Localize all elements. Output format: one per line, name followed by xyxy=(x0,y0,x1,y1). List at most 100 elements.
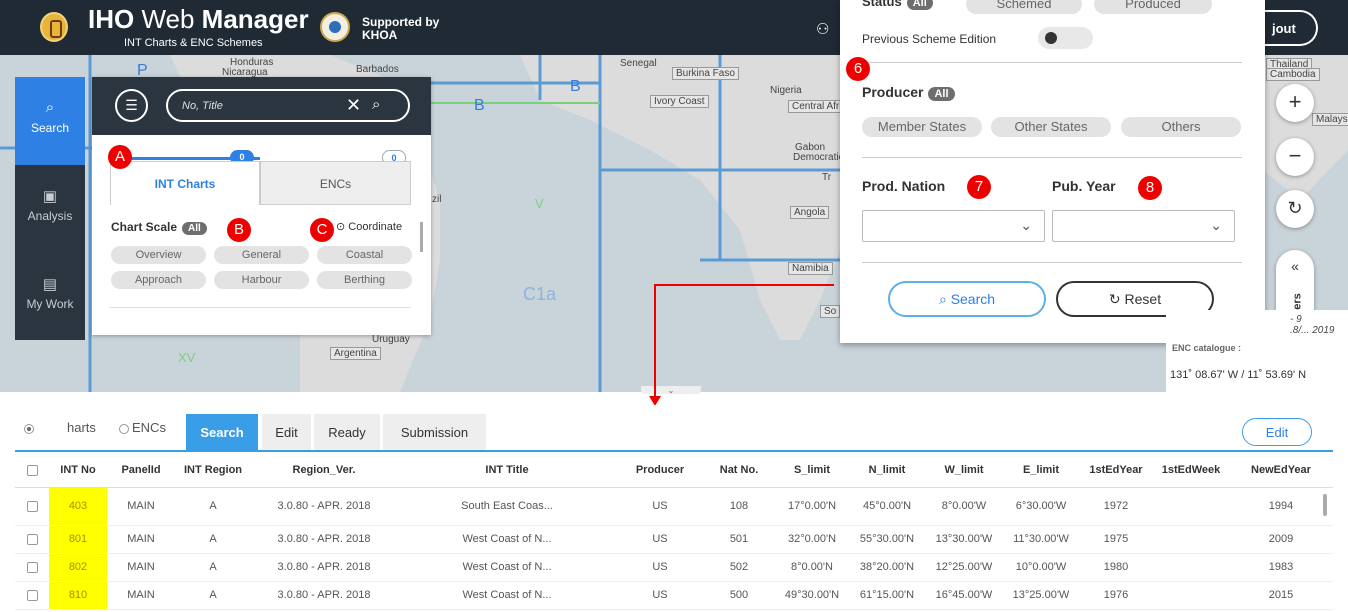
search-input[interactable] xyxy=(182,98,342,114)
clear-icon[interactable]: ✕ xyxy=(346,95,361,116)
tab-search[interactable]: Search xyxy=(186,414,258,450)
status-chip-produced[interactable]: Produced xyxy=(1094,0,1212,14)
producer-chip-member[interactable]: Member States xyxy=(862,117,982,137)
table-cell: 802 xyxy=(49,553,107,582)
col-header[interactable]: INT No xyxy=(49,454,107,488)
col-header[interactable]: W_limit xyxy=(925,454,1003,488)
search-button[interactable]: ⌕ Search xyxy=(888,281,1046,317)
table-cell: 32°0.00'N xyxy=(775,525,849,554)
table-cell: 1976 xyxy=(1079,581,1153,610)
scale-chip-overview[interactable]: Overview xyxy=(111,246,206,264)
table-header-row: INT No PanelId INT Region Region_Ver. IN… xyxy=(15,454,1333,488)
table-cell: 2015 xyxy=(1229,581,1333,610)
chart-scale-all-pill[interactable]: All xyxy=(182,222,207,235)
search-panel-scrollbar[interactable] xyxy=(420,222,423,252)
select-all-cell xyxy=(15,454,49,488)
filter-panel: Status All Schemed Produced Previous Sche… xyxy=(840,0,1265,343)
col-header[interactable]: NewEdYear xyxy=(1229,454,1333,488)
collapse-map-handle[interactable]: ⌄ xyxy=(641,386,701,395)
table-cell: West Coast of N... xyxy=(397,525,617,554)
table-cell: 3.0.80 - APR. 2018 xyxy=(251,487,397,526)
tab-encs[interactable]: ENCs xyxy=(260,161,411,205)
scale-chip-harbour[interactable]: Harbour xyxy=(214,271,309,289)
search-field: ✕ ⌕ xyxy=(166,89,410,122)
zoom-in-button[interactable]: + xyxy=(1276,84,1314,122)
scale-chip-approach[interactable]: Approach xyxy=(111,271,206,289)
table-cell: 3.0.80 - APR. 2018 xyxy=(251,553,397,582)
prod-nation-select[interactable]: ⌄ xyxy=(862,210,1045,242)
table-cell: 801 xyxy=(49,525,107,554)
col-header[interactable]: 1stEdYear xyxy=(1079,454,1153,488)
table-cell xyxy=(1153,553,1229,582)
filter-divider-3 xyxy=(862,262,1242,263)
prev-scheme-label: Previous Scheme Edition xyxy=(862,32,997,46)
user-network-icon[interactable]: ⚇ xyxy=(816,20,829,38)
coordinate-link[interactable]: ⊙ Coordinate xyxy=(336,220,402,233)
tab-submission[interactable]: Submission xyxy=(383,414,486,450)
tab-ready[interactable]: Ready xyxy=(314,414,380,450)
table-cell: 13°30.00'W xyxy=(925,525,1003,554)
col-header[interactable]: INT Region xyxy=(175,454,251,488)
tab-edit[interactable]: Edit xyxy=(262,414,311,450)
table-row[interactable]: 403 MAIN A 3.0.80 - APR. 2018 South East Coa… xyxy=(15,487,1333,526)
col-header[interactable]: Producer xyxy=(617,454,703,488)
col-header[interactable]: PanelId xyxy=(107,454,175,488)
tab-int-charts[interactable]: INT Charts xyxy=(110,161,260,205)
table-cell: 16°45.00'W xyxy=(925,581,1003,610)
col-header[interactable]: Region_Ver. xyxy=(251,454,397,488)
col-header[interactable]: N_limit xyxy=(849,454,925,488)
search-submit-icon[interactable]: ⌕ xyxy=(372,96,380,113)
location-pin-icon: ⊙ xyxy=(336,221,346,233)
table-cell: A xyxy=(175,581,251,610)
marker-8: 8 xyxy=(1138,176,1162,200)
pub-year-select[interactable]: ⌄ xyxy=(1052,210,1235,242)
prod-nation-label: Prod. Nation xyxy=(862,178,946,194)
zoom-out-button[interactable]: − xyxy=(1276,138,1314,176)
producer-chip-others[interactable]: Others xyxy=(1121,117,1241,137)
row-checkbox[interactable] xyxy=(26,500,38,512)
col-header[interactable]: E_limit xyxy=(1003,454,1079,488)
nav-item-mywork[interactable]: ▤ My Work xyxy=(15,253,85,341)
table-cell: 17°0.00'N xyxy=(775,487,849,526)
map-zone-b1: B xyxy=(474,97,485,114)
logout-button[interactable]: jout xyxy=(1262,10,1318,46)
map-label-nigeria: Nigeria xyxy=(770,85,802,96)
table-cell: 13°25.00'W xyxy=(1003,581,1079,610)
list-menu-button[interactable]: ☰ xyxy=(115,89,148,122)
briefcase-icon: ▤ xyxy=(42,276,58,293)
nav-item-search[interactable]: ⌕ Search xyxy=(15,77,85,165)
col-header[interactable]: INT Title xyxy=(397,454,617,488)
edit-button[interactable]: Edit xyxy=(1242,418,1312,446)
list-icon: ☰ xyxy=(125,97,138,113)
chart-scale-text: Chart Scale xyxy=(111,220,178,234)
nav-item-analysis-label: Analysis xyxy=(27,209,73,223)
col-header[interactable]: 1stEdWeek xyxy=(1153,454,1229,488)
results-table: INT No PanelId INT Region Region_Ver. IN… xyxy=(15,454,1333,610)
producer-all-pill[interactable]: All xyxy=(928,87,955,101)
table-row[interactable]: 802 MAIN A 3.0.80 - APR. 2018 West Coast of … xyxy=(15,553,1333,582)
select-all-checkbox[interactable] xyxy=(26,464,38,476)
radio-encs[interactable] xyxy=(119,424,129,434)
scale-chip-general[interactable]: General xyxy=(214,246,309,264)
table-cell: 1980 xyxy=(1079,553,1153,582)
nav-item-analysis[interactable]: ▣ Analysis xyxy=(15,165,85,253)
status-all-pill[interactable]: All xyxy=(906,0,933,10)
col-header[interactable]: Nat No. xyxy=(703,454,775,488)
scale-chip-berthing[interactable]: Berthing xyxy=(317,271,412,289)
table-row[interactable]: 810 MAIN A 3.0.80 - APR. 2018 West Coast of … xyxy=(15,581,1333,610)
col-header[interactable]: S_limit xyxy=(775,454,849,488)
status-chip-schemed[interactable]: Schemed xyxy=(966,0,1082,14)
chevron-down-icon: ⌄ xyxy=(1020,217,1032,233)
row-checkbox[interactable] xyxy=(26,533,38,545)
table-cell: 49°30.00'N xyxy=(775,581,849,610)
marker-a: A xyxy=(108,145,132,169)
producer-chip-other-states[interactable]: Other States xyxy=(991,117,1111,137)
row-checkbox[interactable] xyxy=(26,561,38,573)
table-row[interactable]: 801 MAIN A 3.0.80 - APR. 2018 West Coast of … xyxy=(15,525,1333,554)
prev-scheme-toggle[interactable] xyxy=(1038,27,1093,49)
table-scrollbar[interactable] xyxy=(1323,494,1327,516)
radio-charts[interactable] xyxy=(24,424,34,434)
row-checkbox[interactable] xyxy=(26,589,38,601)
scale-chip-coastal[interactable]: Coastal xyxy=(317,246,412,264)
refresh-button[interactable]: ↻ xyxy=(1276,190,1314,228)
